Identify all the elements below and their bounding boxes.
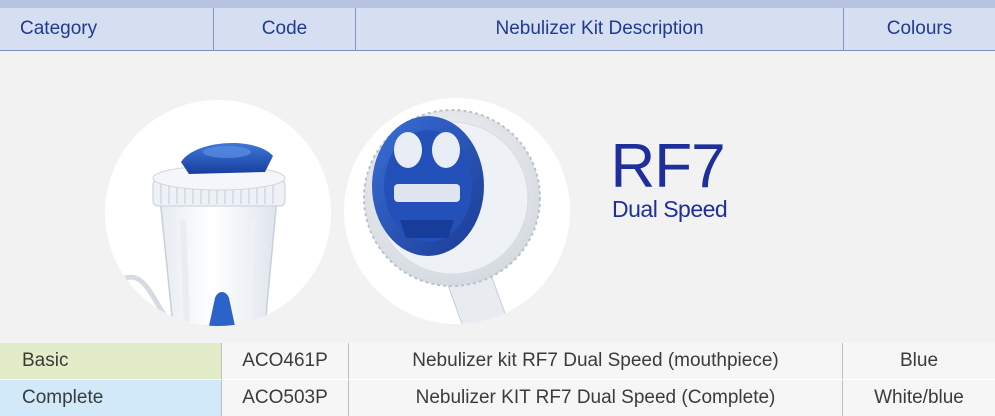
header-colours: Colours	[886, 18, 953, 39]
product-name: RF7	[610, 132, 726, 201]
header-code: Code	[214, 8, 356, 50]
cell-description: Nebulizer kit RF7 Dual Speed (mouthpiece…	[349, 343, 843, 379]
nebulizer-cup-photo	[105, 100, 331, 326]
cell-code: ACO503P	[221, 380, 349, 416]
dual-speed-valve-photo	[344, 98, 570, 324]
header-description: Nebulizer Kit Description	[356, 8, 844, 50]
cell-colours: White/blue	[843, 380, 995, 416]
cell-description: Nebulizer KIT RF7 Dual Speed (Complete)	[349, 380, 843, 416]
cell-code: ACO461P	[221, 343, 349, 379]
product-hero: RF7 Dual Speed	[0, 51, 995, 333]
cell-category: Basic	[0, 343, 221, 379]
product-logo: RF7 Dual Speed	[608, 132, 728, 222]
table-row: Complete ACO503P Nebulizer KIT RF7 Dual …	[0, 380, 995, 416]
cell-category: Complete	[0, 380, 221, 416]
product-subtitle: Dual Speed	[612, 196, 728, 222]
top-rule	[0, 0, 995, 8]
table-header: Category Code Nebulizer Kit Description …	[0, 8, 995, 51]
table-row: Basic ACO461P Nebulizer kit RF7 Dual Spe…	[0, 343, 995, 379]
header-category: Category	[0, 8, 214, 50]
cell-colours: Blue	[843, 343, 995, 379]
